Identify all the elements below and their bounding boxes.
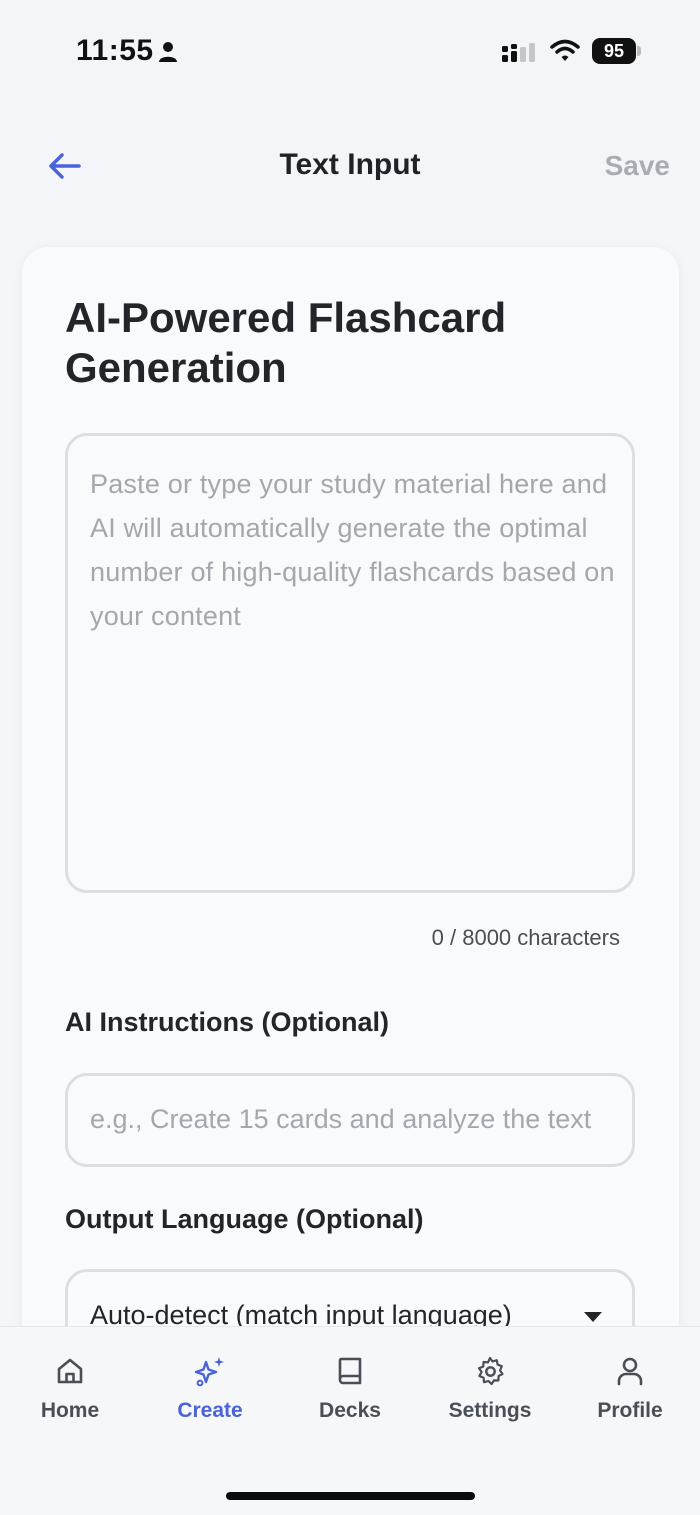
user-icon <box>617 1357 643 1386</box>
study-material-placeholder: Paste or type your study material here a… <box>90 469 615 631</box>
battery-level: 95 <box>592 38 636 64</box>
character-count: 0 / 8000 characters <box>431 925 620 950</box>
status-bar: 11:55 95 <box>0 0 700 100</box>
book-icon <box>338 1357 362 1385</box>
person-icon <box>159 42 177 62</box>
tab-home[interactable]: Home <box>0 1355 140 1445</box>
output-language-label: Output Language (Optional) <box>65 1204 424 1234</box>
tab-profile-label: Profile <box>597 1399 663 1422</box>
home-icon <box>57 1358 83 1384</box>
wifi-icon <box>550 39 580 61</box>
study-material-input[interactable]: Paste or type your study material here a… <box>65 433 635 893</box>
page-title: Text Input <box>279 148 421 181</box>
tab-create[interactable]: Create <box>140 1355 280 1445</box>
tab-create-label: Create <box>177 1399 243 1422</box>
status-time: 11:55 <box>76 34 154 67</box>
nav-header: Text Input Save <box>0 130 700 202</box>
tab-decks[interactable]: Decks <box>280 1355 420 1445</box>
tab-settings-label: Settings <box>448 1399 532 1422</box>
card-title: AI-Powered Flashcard Generation <box>65 294 507 391</box>
home-indicator <box>226 1492 475 1500</box>
generation-card: AI-Powered Flashcard Generation Paste or… <box>22 247 679 1447</box>
battery-indicator: 95 <box>592 38 642 64</box>
caret-down-icon <box>584 1312 602 1322</box>
flashcard-create-screen: 11:55 95 Text Input Save AI-Powered Flas… <box>0 0 700 1515</box>
tab-settings[interactable]: Settings <box>420 1355 560 1445</box>
battery-tip <box>637 46 641 56</box>
signal-icon <box>502 43 535 62</box>
ai-instructions-input[interactable]: e.g., Create 15 cards and analyze the te… <box>65 1073 635 1167</box>
tab-profile[interactable]: Profile <box>560 1355 700 1445</box>
tab-decks-label: Decks <box>319 1399 381 1422</box>
sparkles-icon <box>194 1357 224 1387</box>
ai-instructions-label: AI Instructions (Optional) <box>65 1007 389 1037</box>
gear-icon <box>477 1356 504 1386</box>
ai-instructions-placeholder: e.g., Create 15 cards and analyze the te… <box>90 1104 592 1134</box>
bottom-tab-bar: Home Create Decks Settings Profile <box>0 1326 700 1515</box>
save-button[interactable]: Save <box>605 150 670 182</box>
tab-home-label: Home <box>40 1399 100 1422</box>
